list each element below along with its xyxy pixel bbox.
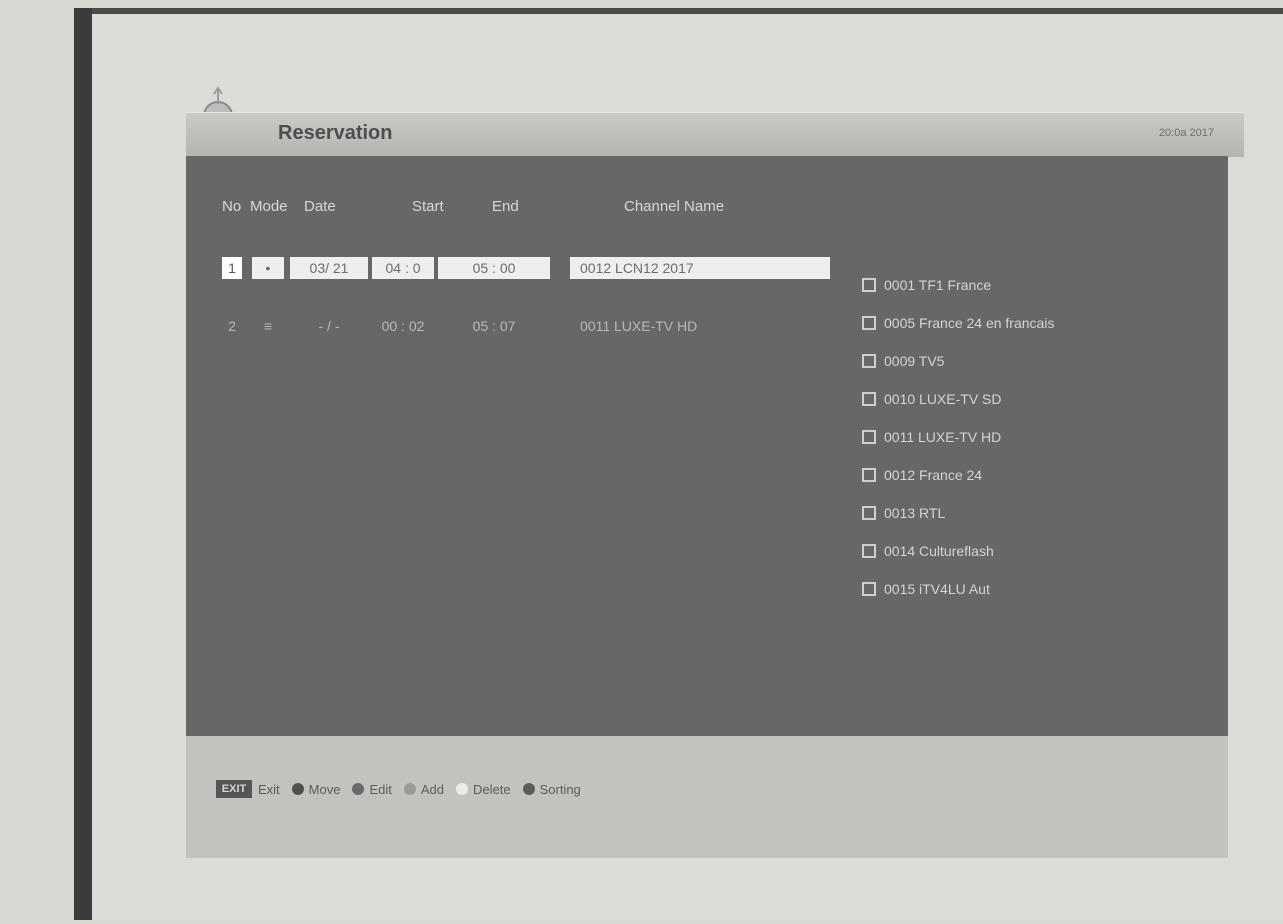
checkbox-icon	[862, 506, 876, 520]
column-header-start: Start	[412, 198, 444, 215]
key-guide: EXIT Exit Move Edit Add Delete Sorting	[216, 780, 593, 798]
add-hint[interactable]: Add	[421, 782, 444, 797]
reservation-row[interactable]: 2 ≡ - / - 00 : 02 05 : 07 0011 LUXE-TV H…	[222, 312, 834, 340]
channel-list-item[interactable]: 0012 France 24	[862, 456, 1202, 494]
move-key-icon	[291, 783, 304, 795]
reservation-start: 00 : 02	[381, 318, 425, 334]
sorting-key-icon	[522, 783, 535, 795]
exit-key-icon: EXIT	[216, 780, 252, 798]
edit-key-icon	[352, 783, 365, 795]
channel-list-item[interactable]: 0009 TV5	[862, 342, 1202, 380]
reservation-date: - / -	[318, 318, 340, 334]
column-header-channel: Channel Name	[624, 198, 725, 215]
checkbox-icon	[862, 544, 876, 558]
photo-frame-left	[74, 8, 92, 920]
channel-list-item[interactable]: 0011 LUXE-TV HD	[862, 418, 1202, 456]
add-key-icon	[403, 783, 416, 795]
move-hint[interactable]: Move	[309, 782, 341, 797]
channel-list-item[interactable]: 0005 France 24 en francais	[862, 304, 1202, 342]
checkbox-icon	[862, 468, 876, 482]
reservation-end: 05 : 00	[438, 257, 550, 279]
edit-hint[interactable]: Edit	[369, 782, 391, 797]
channel-list: 0001 TF1 France 0005 France 24 en franca…	[862, 266, 1202, 608]
channel-label: 0015 iTV4LU Aut	[884, 581, 990, 597]
channel-label: 0013 RTL	[884, 505, 946, 521]
channel-label: 0011 LUXE-TV HD	[884, 429, 1002, 445]
channel-list-item[interactable]: 0010 LUXE-TV SD	[862, 380, 1202, 418]
exit-hint[interactable]: Exit	[258, 782, 280, 797]
channel-label: 0012 France 24	[884, 467, 983, 483]
channel-list-item[interactable]: 0014 Cultureflash	[862, 532, 1202, 570]
reservation-no: 1	[222, 257, 242, 279]
reservation-start: 04 : 0	[372, 257, 434, 279]
checkbox-icon	[862, 392, 876, 406]
channel-list-item[interactable]: 0015 iTV4LU Aut	[862, 570, 1202, 608]
column-header-mode: Mode	[250, 198, 288, 215]
reservation-end: 05 : 07	[472, 318, 516, 334]
channel-list-item[interactable]: 0001 TF1 France	[862, 266, 1202, 304]
channel-list-item[interactable]: 0013 RTL	[862, 494, 1202, 532]
checkbox-icon	[862, 316, 876, 330]
reservation-no: 2	[228, 318, 236, 334]
channel-label: 0014 Cultureflash	[884, 543, 994, 559]
checkbox-icon	[862, 582, 876, 596]
column-header-end: End	[492, 198, 519, 215]
reservation-channel: 0012 LCN12 2017	[570, 257, 830, 279]
checkbox-icon	[862, 278, 876, 292]
column-header-date: Date	[304, 198, 336, 215]
delete-key-icon	[456, 783, 469, 795]
reservation-mode: •	[252, 257, 284, 279]
channel-label: 0010 LUXE-TV SD	[884, 391, 1002, 407]
channel-label: 0001 TF1 France	[884, 277, 992, 293]
sorting-hint[interactable]: Sorting	[540, 782, 581, 797]
delete-hint[interactable]: Delete	[473, 782, 511, 797]
checkbox-icon	[862, 430, 876, 444]
key-guide-footer: EXIT Exit Move Edit Add Delete Sorting	[186, 736, 1228, 858]
reservation-panel: No Mode Date Start End Channel Name 1 • …	[186, 156, 1228, 736]
page-title: Reservation	[278, 122, 393, 144]
reservation-date: 03/ 21	[290, 257, 368, 279]
reservation-row-selected[interactable]: 1 • 03/ 21 04 : 0 05 : 00 0012 LCN12 201…	[222, 254, 834, 282]
column-header-no: No	[222, 198, 242, 215]
reservation-mode: ≡	[263, 318, 273, 334]
title-bar: Reservation 20:0a 2017	[186, 112, 1244, 157]
checkbox-icon	[862, 354, 876, 368]
channel-label: 0009 TV5	[884, 353, 945, 369]
channel-label: 0005 France 24 en francais	[884, 315, 1055, 331]
reservation-channel: 0011 LUXE-TV HD	[580, 318, 698, 334]
clock-readout: 20:0a 2017	[1158, 127, 1214, 139]
